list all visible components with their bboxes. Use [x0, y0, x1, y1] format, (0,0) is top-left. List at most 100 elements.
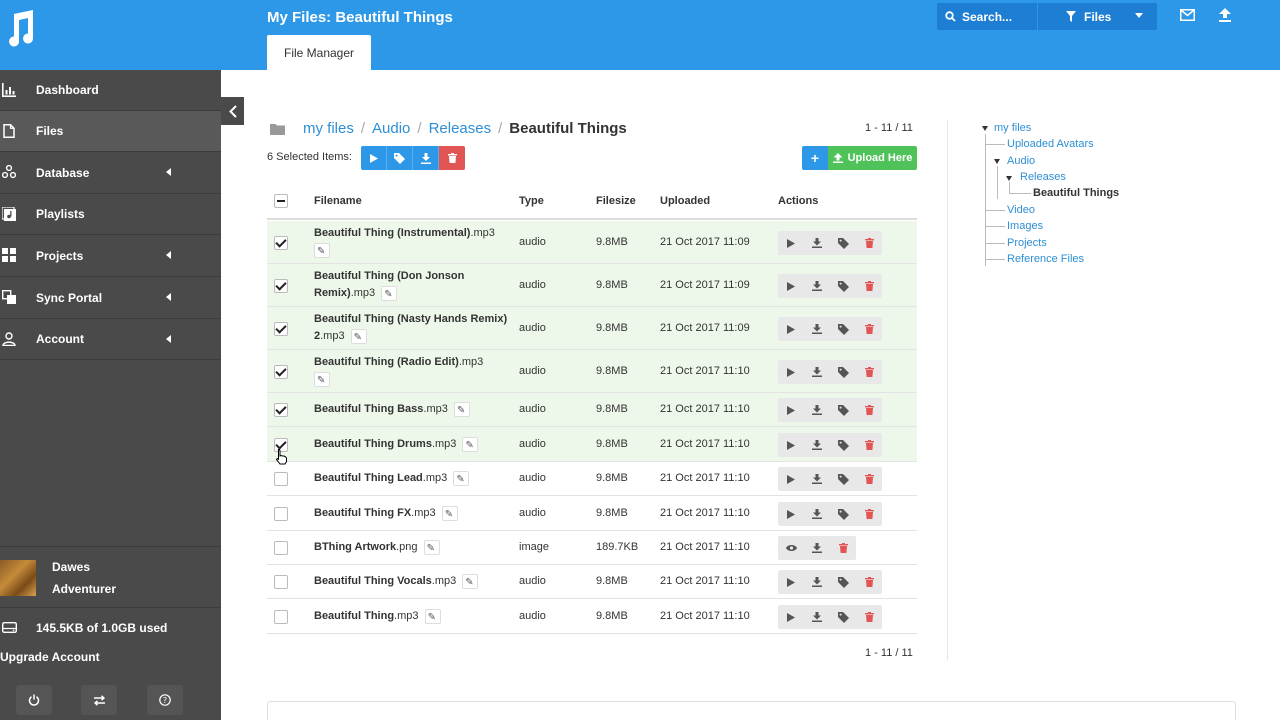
upgrade-account-link[interactable]: Upgrade Account	[0, 650, 100, 664]
tree-node-audio[interactable]: Audio	[1007, 155, 1035, 167]
table-row[interactable]: Beautiful Thing FX.mp3 audio 9.8MB 21 Oct …	[267, 496, 917, 531]
tree-node-projects[interactable]: Projects	[1007, 237, 1047, 249]
play-button[interactable]	[778, 605, 804, 629]
play-button[interactable]	[778, 360, 804, 384]
table-row[interactable]: Beautiful Thing (Don Jonson Remix).mp3 a…	[267, 264, 917, 307]
search-button[interactable]: Search...	[937, 3, 1037, 30]
breadcrumb-my-files[interactable]: my files	[303, 120, 354, 137]
delete-button[interactable]	[830, 536, 856, 560]
column-uploaded[interactable]: Uploaded	[660, 195, 710, 207]
table-row[interactable]: Beautiful Thing.mp3 audio 9.8MB 21 Oct 201…	[267, 599, 917, 634]
delete-button[interactable]	[856, 274, 882, 298]
sidebar-item-database[interactable]: Database	[0, 152, 221, 194]
column-filesize[interactable]: Filesize	[596, 195, 636, 207]
tag-button[interactable]	[830, 317, 856, 341]
breadcrumb-audio[interactable]: Audio	[372, 120, 410, 137]
edit-filename-button[interactable]	[314, 242, 330, 260]
upload-icon[interactable]	[1219, 8, 1231, 25]
user-profile[interactable]: Dawes Adventurer	[0, 546, 221, 608]
delete-button[interactable]	[856, 231, 882, 255]
table-row[interactable]: Beautiful Thing Bass.mp3 audio 9.8MB 21 Oc…	[267, 393, 917, 427]
download-button[interactable]	[804, 317, 830, 341]
download-button[interactable]	[804, 360, 830, 384]
table-row[interactable]: BThing Artwork.png image 189.7KB 21 Oct 20…	[267, 531, 917, 565]
play-button[interactable]	[778, 433, 804, 457]
edit-filename-button[interactable]	[441, 505, 458, 523]
collapse-sidebar-button[interactable]	[221, 97, 244, 125]
tab-file-manager[interactable]: File Manager	[267, 35, 371, 70]
tag-button[interactable]	[830, 502, 856, 526]
music-note-logo-icon[interactable]	[0, 0, 40, 56]
edit-filename-button[interactable]	[350, 328, 367, 346]
row-checkbox[interactable]	[274, 507, 288, 521]
breadcrumb-releases[interactable]: Releases	[429, 120, 492, 137]
download-button[interactable]	[804, 605, 830, 629]
bulk-play-button[interactable]	[361, 146, 387, 170]
power-button[interactable]	[16, 685, 52, 715]
tag-button[interactable]	[830, 605, 856, 629]
row-checkbox[interactable]	[274, 279, 288, 293]
sidebar-item-sync-portal[interactable]: Sync Portal	[0, 277, 221, 319]
bulk-tag-button[interactable]	[387, 146, 413, 170]
download-button[interactable]	[804, 536, 830, 560]
download-button[interactable]	[804, 398, 830, 422]
edit-filename-button[interactable]	[462, 436, 479, 454]
delete-button[interactable]	[856, 360, 882, 384]
caret-down-icon[interactable]	[1006, 176, 1012, 181]
row-checkbox[interactable]	[274, 610, 288, 624]
delete-button[interactable]	[856, 570, 882, 594]
table-row[interactable]: Beautiful Thing Vocals.mp3 audio 9.8MB 21 …	[267, 565, 917, 599]
row-checkbox[interactable]	[274, 472, 288, 486]
download-button[interactable]	[804, 570, 830, 594]
column-type[interactable]: Type	[519, 195, 544, 207]
table-row[interactable]: Beautiful Thing (Instrumental).mp3 audio 9…	[267, 221, 917, 264]
add-button[interactable]: +	[802, 146, 828, 170]
tag-button[interactable]	[830, 467, 856, 491]
sidebar-item-dashboard[interactable]: Dashboard	[0, 70, 221, 111]
tree-node-images[interactable]: Images	[1007, 220, 1043, 232]
table-row[interactable]: Beautiful Thing (Nasty Hands Remix) 2.mp…	[267, 307, 917, 350]
bulk-delete-button[interactable]	[439, 146, 465, 170]
row-checkbox[interactable]	[274, 575, 288, 589]
download-button[interactable]	[804, 274, 830, 298]
tag-button[interactable]	[830, 274, 856, 298]
tag-button[interactable]	[830, 570, 856, 594]
bulk-download-button[interactable]	[413, 146, 439, 170]
edit-filename-button[interactable]	[381, 285, 398, 303]
edit-filename-button[interactable]	[314, 371, 330, 389]
download-button[interactable]	[804, 467, 830, 491]
delete-button[interactable]	[856, 605, 882, 629]
edit-filename-button[interactable]	[423, 539, 440, 557]
tree-node-reference-files[interactable]: Reference Files	[1007, 253, 1084, 265]
delete-button[interactable]	[856, 398, 882, 422]
table-row[interactable]: Beautiful Thing (Radio Edit).mp3 audio 9.8…	[267, 350, 917, 393]
caret-down-icon[interactable]	[982, 126, 988, 131]
preview-button[interactable]	[778, 536, 804, 560]
edit-filename-button[interactable]	[424, 608, 441, 626]
tag-button[interactable]	[830, 231, 856, 255]
sidebar-item-account[interactable]: Account	[0, 319, 221, 360]
upload-here-button[interactable]: Upload Here	[828, 146, 917, 170]
mail-icon[interactable]	[1180, 9, 1195, 24]
tree-node-video[interactable]: Video	[1007, 204, 1035, 216]
sidebar-item-playlists[interactable]: Playlists	[0, 194, 221, 235]
caret-down-icon[interactable]	[994, 159, 1000, 164]
play-button[interactable]	[778, 231, 804, 255]
help-button[interactable]: ?	[147, 685, 183, 715]
edit-filename-button[interactable]	[462, 573, 479, 591]
tag-button[interactable]	[830, 360, 856, 384]
download-button[interactable]	[804, 433, 830, 457]
play-button[interactable]	[778, 317, 804, 341]
select-all-checkbox[interactable]	[274, 194, 288, 208]
play-button[interactable]	[778, 274, 804, 298]
delete-button[interactable]	[856, 467, 882, 491]
row-checkbox[interactable]	[274, 541, 288, 555]
sidebar-item-projects[interactable]: Projects	[0, 235, 221, 277]
table-row[interactable]: Beautiful Thing Lead.mp3 audio 9.8MB 21 Oc…	[267, 462, 917, 496]
play-button[interactable]	[778, 467, 804, 491]
play-button[interactable]	[778, 502, 804, 526]
download-button[interactable]	[804, 231, 830, 255]
sidebar-item-files[interactable]: Files	[0, 111, 221, 152]
play-button[interactable]	[778, 398, 804, 422]
tree-node-my-files[interactable]: my files	[994, 122, 1031, 134]
